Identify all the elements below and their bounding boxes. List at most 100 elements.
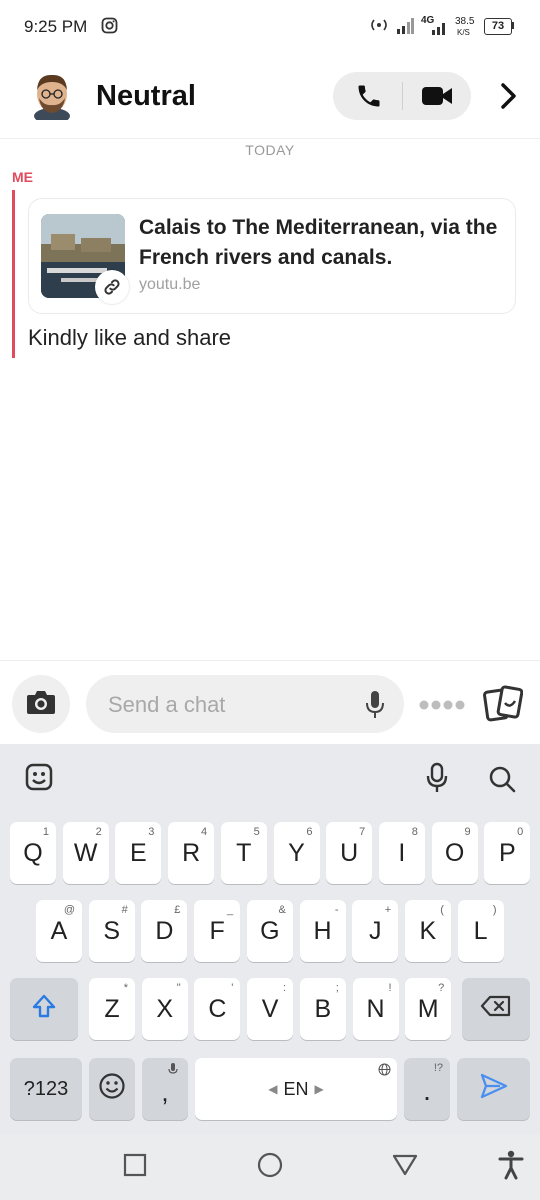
key-g[interactable]: & G <box>246 900 293 962</box>
key-hint: ; <box>335 982 339 994</box>
link-domain: youtu.be <box>139 276 201 293</box>
key-o[interactable]: 9O <box>431 822 478 884</box>
key-label: N <box>366 994 385 1023</box>
key-label: I <box>398 838 406 867</box>
key-hint: 4 <box>200 826 208 838</box>
key-c[interactable]: ' C <box>194 978 241 1040</box>
camera-button[interactable] <box>12 675 70 733</box>
link-preview-card[interactable]: Calais to The Mediterranean, via the Fre… <box>28 198 516 314</box>
key-label: C <box>208 994 227 1023</box>
key-v[interactable]: :V <box>247 978 294 1040</box>
globe-icon <box>378 1063 391 1079</box>
key-hint: 9 <box>464 826 471 838</box>
emoji-key[interactable] <box>89 1058 135 1120</box>
avatar[interactable] <box>30 72 74 124</box>
search-icon[interactable] <box>487 764 517 799</box>
key-hint: * <box>123 982 128 994</box>
key-hint: & <box>278 904 286 916</box>
chevron-right-icon[interactable] <box>498 82 518 115</box>
shift-key[interactable] <box>10 978 78 1040</box>
key-hint: £ <box>174 904 181 916</box>
key-hint: _ <box>226 904 234 916</box>
backspace-key[interactable] <box>462 978 530 1040</box>
key-label: O <box>444 838 465 867</box>
space-left-arrow-icon: ◀ <box>268 1082 278 1096</box>
home-icon[interactable] <box>257 1152 283 1183</box>
key-q[interactable]: 1Q <box>10 822 56 884</box>
chat-input[interactable] <box>106 687 350 723</box>
accessibility-icon[interactable] <box>498 1150 524 1185</box>
key-k[interactable]: (K <box>404 900 451 962</box>
symbols-key[interactable]: ?123 <box>10 1058 82 1120</box>
space-right-arrow-icon: ▶ <box>314 1082 324 1096</box>
key-n[interactable]: ! N <box>352 978 399 1040</box>
link-title: Calais to The Mediterranean, via the Fre… <box>139 216 498 269</box>
key-label: G <box>260 916 280 945</box>
back-icon[interactable] <box>392 1154 418 1181</box>
status-bar: 9:25 PM 4G 38.5 K/S 73 <box>0 0 540 52</box>
call-divider <box>402 82 403 110</box>
recent-apps-icon[interactable] <box>123 1153 147 1182</box>
key-label: K <box>419 916 437 945</box>
key-label: W <box>73 838 98 867</box>
hotspot-icon <box>368 17 390 38</box>
key-hint: 7 <box>359 826 366 838</box>
battery-level: 73 <box>484 18 512 35</box>
space-key[interactable]: ◀ EN ▶ <box>195 1058 397 1120</box>
key-z[interactable]: * Z <box>89 978 135 1040</box>
backspace-icon <box>480 994 512 1025</box>
key-hint: ( <box>440 904 444 916</box>
key-e[interactable]: 3E <box>115 822 162 884</box>
key-hint: 0 <box>517 826 524 838</box>
key-label: U <box>340 838 359 867</box>
comma-label: , <box>161 1076 169 1107</box>
key-hint: 2 <box>95 826 102 838</box>
key-i[interactable]: 8I <box>378 822 425 884</box>
stickers-icon[interactable] <box>483 685 524 728</box>
key-u[interactable]: 7U <box>326 822 373 884</box>
header-divider <box>0 138 540 139</box>
instagram-icon <box>101 17 118 39</box>
data-speed-unit: K/S <box>457 28 470 37</box>
key-w[interactable]: 2W <box>62 822 109 884</box>
key-p[interactable]: 0P <box>484 822 531 884</box>
key-b[interactable]: ; B <box>299 978 346 1040</box>
key-label: D <box>155 916 174 945</box>
period-key[interactable]: !? . <box>404 1058 450 1120</box>
key-label: Q <box>23 838 43 867</box>
microphone-icon[interactable] <box>364 690 386 725</box>
key-hint: " <box>176 982 181 994</box>
status-time: 9:25 PM <box>24 17 88 36</box>
key-r[interactable]: 4R <box>168 822 215 884</box>
comma-key[interactable]: , <box>142 1058 188 1120</box>
video-call-icon[interactable] <box>421 84 453 113</box>
key-j[interactable]: + J <box>352 900 399 962</box>
send-key[interactable] <box>457 1058 530 1120</box>
keyboard: 1Q2W3E4R5T6Y7U8I9O0P @ A # S £ D _ F & G - H + J(K) L … <box>0 744 540 1134</box>
key-label: J <box>368 916 382 945</box>
key-y[interactable]: 6Y <box>273 822 320 884</box>
phone-call-icon[interactable] <box>355 82 383 115</box>
comma-mic-icon <box>168 1062 178 1079</box>
key-d[interactable]: £ D <box>141 900 188 962</box>
contact-name[interactable]: Neutral <box>96 80 196 113</box>
key-h[interactable]: -H <box>299 900 346 962</box>
key-x[interactable]: " X <box>141 978 188 1040</box>
key-label: M <box>417 994 439 1023</box>
key-hint: @ <box>63 904 75 916</box>
key-f[interactable]: _ F <box>194 900 241 962</box>
key-a[interactable]: @ A <box>36 900 82 962</box>
key-m[interactable]: ? M <box>405 978 452 1040</box>
key-hint: ? <box>438 982 445 994</box>
key-l[interactable]: ) L <box>457 900 504 962</box>
key-label: F <box>209 916 225 945</box>
emoji-panel-icon[interactable] <box>24 762 54 797</box>
key-label: H <box>313 916 332 945</box>
bitmoji-dots-icon[interactable] <box>418 698 466 716</box>
voice-typing-icon[interactable] <box>424 762 450 799</box>
key-label: Y <box>288 838 305 867</box>
battery-tip <box>512 22 514 29</box>
key-t[interactable]: 5T <box>220 822 267 884</box>
chat-input-wrapper <box>86 675 404 733</box>
key-s[interactable]: # S <box>88 900 135 962</box>
